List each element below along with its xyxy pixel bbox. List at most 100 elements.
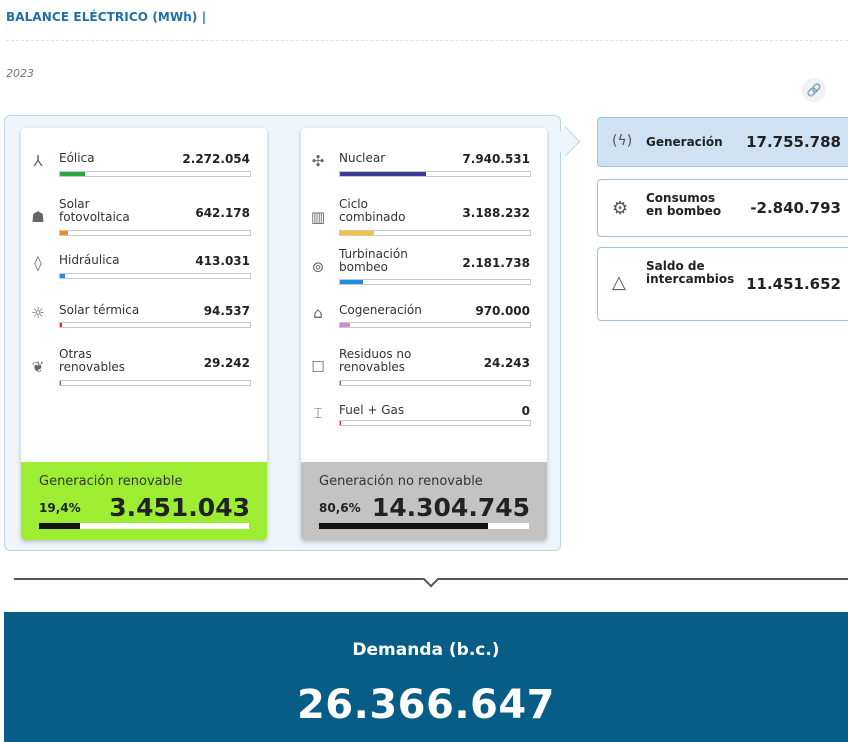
source-bar-fill [340,323,351,327]
summary-total: 14.304.745 [371,493,530,522]
source-row-solar-fotovoltaica[interactable]: ☗ Solar fotovoltaica 642.178 [21,198,267,238]
header-divider [6,40,848,41]
source-bar-fill [340,172,426,176]
link-icon: 🔗 [806,83,822,97]
source-bar-fill [60,323,62,327]
source-row-ciclo-combinado[interactable]: ▥ Ciclo combinado 3.188.232 [301,198,547,238]
fuel-gas-icon: ⌶ [313,404,323,422]
source-value: 970.000 [475,304,530,318]
flow-divider-arrow [422,570,440,588]
renewable-card: ⅄ Eólica 2.272.054 ☗ Solar fotovoltaica … [21,128,267,540]
source-value: 413.031 [195,254,250,268]
source-value: 2.181.738 [462,256,530,270]
side-exchange-balance[interactable]: △ Saldo de intercambios 11.451.652 [597,247,848,321]
source-bar [59,230,251,236]
summary-bar-fill [39,523,80,529]
source-row-nuclear[interactable]: ✣ Nuclear 7.940.531 [301,150,547,190]
source-label: Fuel + Gas [339,403,405,417]
side-label: Consumos en bombeo [646,191,722,218]
source-row-residuos-no-renovables[interactable]: ☐ Residuos no renovables 24.243 [301,348,547,388]
pump-turbine-icon: ⊚ [311,258,325,276]
source-bar [339,420,531,426]
source-bar-fill [60,274,65,278]
source-bar-fill [340,231,375,235]
combined-cycle-icon: ▥ [310,208,326,226]
pump-consumption-icon: ⚙ [612,198,629,219]
exchange-triangle-icon: △ [612,272,626,293]
source-label: Solar térmica [59,303,140,317]
summary-percent: 80,6% [319,501,361,515]
source-label: Otras renovables [59,347,126,374]
renewable-summary: Generación renovable 19,4% 3.451.043 [21,462,267,540]
summary-title: Generación renovable [39,474,183,489]
source-bar [59,380,251,386]
source-row-otras-renovables[interactable]: ❦ Otras renovables 29.242 [21,348,267,388]
source-value: 94.537 [203,304,250,318]
source-label: Hidráulica [59,253,120,267]
summary-bar [319,523,529,529]
side-value: 17.755.788 [746,133,841,151]
source-bar [59,273,251,279]
wind-turbine-icon: ⅄ [33,152,43,170]
source-label: Turbinación bombeo [339,247,408,274]
source-bar-fill [340,421,341,425]
source-row-eolica[interactable]: ⅄ Eólica 2.272.054 [21,150,267,190]
source-row-solar-termica[interactable]: ☼ Solar térmica 94.537 [21,304,267,344]
source-label: Eólica [59,151,95,165]
source-bar [339,322,531,328]
nonrenewable-summary: Generación no renovable 80,6% 14.304.745 [301,462,547,540]
source-bar-fill [60,172,85,176]
source-value: 3.188.232 [462,206,530,220]
source-value: 642.178 [195,206,250,220]
summary-bar-fill [319,523,489,529]
side-pump-consumption[interactable]: ⚙ Consumos en bombeo -2.840.793 [597,179,848,237]
summary-total: 3.451.043 [109,493,250,522]
nonrenewable-card: ✣ Nuclear 7.940.531 ▥ Ciclo combinado 3.… [301,128,547,540]
source-bar-fill [340,381,341,385]
year-label: 2023 [6,67,34,80]
side-generation[interactable]: (ϟ) Generación 17.755.788 [597,117,848,167]
sun-icon: ☼ [31,304,45,322]
source-row-turbinacion-bombeo[interactable]: ⊚ Turbinación bombeo 2.181.738 [301,248,547,288]
demand-label: Demanda (b.c.) [352,640,500,660]
side-value: 11.451.652 [746,275,841,293]
cogeneration-icon: ⌂ [313,304,323,322]
source-bar [339,171,531,177]
link-button[interactable]: 🔗 [802,78,826,102]
source-row-cogeneracion[interactable]: ⌂ Cogeneración 970.000 [301,304,547,344]
source-label: Nuclear [339,151,386,165]
demand-panel: Demanda (b.c.) 26.366.647 [4,612,848,742]
source-bar-fill [60,381,61,385]
solar-panel-icon: ☗ [31,208,45,226]
nuclear-icon: ✣ [311,152,325,170]
source-bar [59,171,251,177]
source-value: 29.242 [203,356,250,370]
source-label: Solar fotovoltaica [59,197,130,224]
source-value: 2.272.054 [182,152,250,166]
side-value: -2.840.793 [750,199,841,217]
summary-title: Generación no renovable [319,474,483,489]
summary-bar [39,523,249,529]
summary-percent: 19,4% [39,501,81,515]
leaf-hand-icon: ❦ [31,358,45,376]
source-bar [59,322,251,328]
source-row-hidraulica[interactable]: ◊ Hidráulica 413.031 [21,254,267,294]
source-value: 7.940.531 [462,152,530,166]
side-label: Generación [646,135,723,149]
side-label: Saldo de intercambios [646,259,735,286]
water-drop-icon: ◊ [34,254,42,272]
source-value: 24.243 [483,356,530,370]
source-value: 0 [521,404,530,418]
source-bar [339,279,531,285]
source-label: Ciclo combinado [339,197,406,224]
source-bar [339,230,531,236]
generation-bolt-icon: (ϟ) [612,133,633,149]
source-label: Cogeneración [339,303,422,317]
waste-bin-icon: ☐ [311,358,325,376]
source-bar [339,380,531,386]
source-label: Residuos no renovables [339,347,412,374]
source-row-fuel-gas[interactable]: ⌶ Fuel + Gas 0 [301,402,547,442]
source-bar-fill [340,280,363,284]
page-title: BALANCE ELÉCTRICO (MWh) | [6,10,207,24]
source-bar-fill [60,231,68,235]
